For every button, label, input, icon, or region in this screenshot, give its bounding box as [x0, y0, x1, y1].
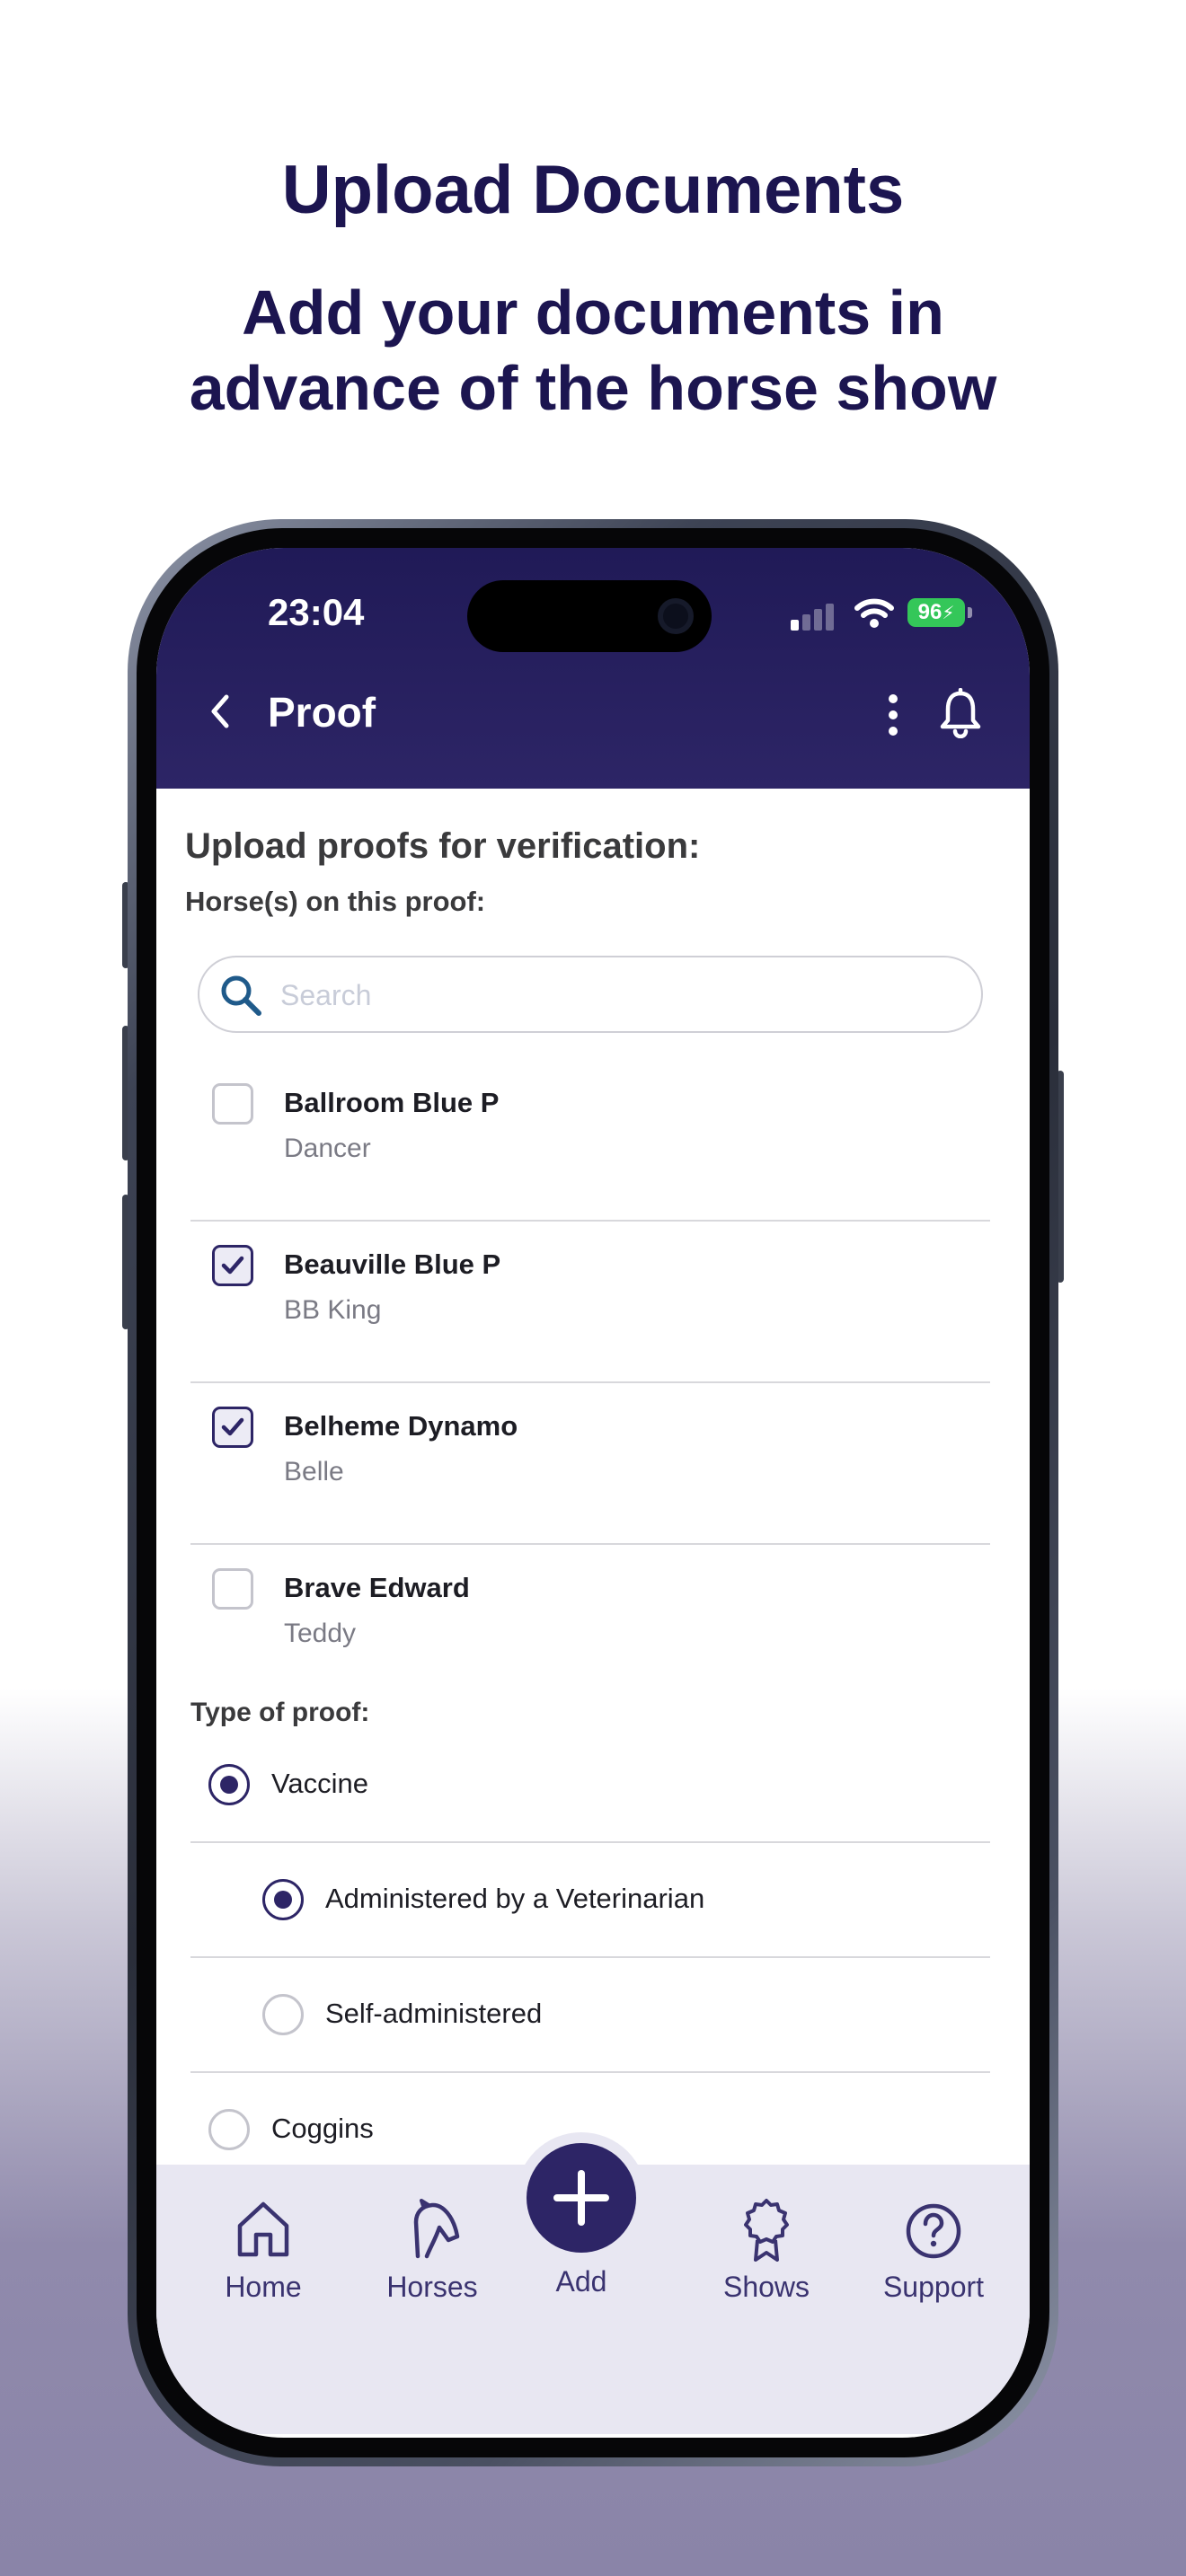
back-icon[interactable]: [203, 690, 239, 733]
tab-horses-label: Horses: [386, 2271, 478, 2303]
proof-type-label: Type of proof:: [190, 1698, 370, 1727]
search-input[interactable]: [280, 968, 945, 1022]
more-vertical-icon[interactable]: [882, 692, 904, 738]
horse-name: Belheme Dynamo: [284, 1410, 518, 1442]
proof-type-label-text: Coggins: [271, 2113, 374, 2144]
battery-level: 96: [917, 600, 943, 624]
proof-subtype-option[interactable]: Administered by a Veterinarian: [190, 1843, 990, 1958]
proof-subtype-option[interactable]: Self-administered: [190, 1958, 990, 2073]
tab-support[interactable]: Support: [866, 2197, 1001, 2304]
add-button-label: Add: [555, 2265, 607, 2298]
horse-name: Ballroom Blue P: [284, 1087, 500, 1118]
search-icon: [221, 975, 261, 1016]
dynamic-island: [467, 580, 712, 652]
horse-name: Brave Edward: [284, 1572, 470, 1603]
horse-nickname: BB King: [284, 1295, 382, 1325]
form-heading: Upload proofs for verification:: [185, 826, 701, 866]
bottom-tab-bar: Home Horses Add Shows Support: [156, 2132, 1030, 2434]
phone-screen: 23:04 96 ⚡ Proof Upload proofs for verif…: [156, 548, 1030, 2438]
checkmark-icon: [221, 1256, 244, 1275]
proof-type-radio[interactable]: [208, 2109, 250, 2150]
horse-search: [198, 956, 983, 1033]
tab-shows[interactable]: Shows: [699, 2197, 834, 2304]
horses-label: Horse(s) on this proof:: [185, 886, 486, 917]
battery-indicator: 96 ⚡: [907, 598, 965, 627]
proof-type-radio[interactable]: [208, 1764, 250, 1805]
promo-subtitle-line-1: Add your documents in: [242, 278, 944, 348]
horse-list-item[interactable]: Beauville Blue P BB King: [190, 1222, 990, 1383]
horse-head-icon: [413, 2199, 460, 2259]
proof-type-label-text: Vaccine: [271, 1768, 368, 1799]
horse-nickname: Dancer: [284, 1134, 371, 1163]
proof-type-option[interactable]: Vaccine: [190, 1728, 990, 1843]
cellular-signal-icon: [791, 604, 834, 631]
phone-frame: 23:04 96 ⚡ Proof Upload proofs for verif…: [128, 519, 1058, 2466]
horse-list-item[interactable]: Belheme Dynamo Belle: [190, 1383, 990, 1545]
home-icon: [237, 2201, 289, 2257]
bell-icon[interactable]: [938, 688, 983, 738]
horse-list-item[interactable]: Brave Edward Teddy: [190, 1545, 990, 1707]
tab-support-label: Support: [882, 2271, 985, 2303]
horse-nickname: Belle: [284, 1457, 344, 1486]
tab-home-label: Home: [225, 2271, 302, 2303]
page-title: Proof: [268, 689, 376, 736]
tab-home[interactable]: Home: [196, 2197, 331, 2304]
proof-subtype-label-text: Self-administered: [325, 1998, 543, 2029]
phone-bezel: 23:04 96 ⚡ Proof Upload proofs for verif…: [137, 528, 1049, 2457]
help-circle-icon: [906, 2203, 961, 2259]
promo-title: Upload Documents: [281, 152, 905, 228]
plus-icon: [553, 2170, 609, 2226]
camera-icon: [658, 598, 694, 634]
horse-checkbox[interactable]: [212, 1083, 253, 1125]
charging-bolt-icon: ⚡: [942, 603, 955, 623]
horse-name: Beauville Blue P: [284, 1248, 501, 1280]
add-button[interactable]: [527, 2143, 636, 2253]
horse-checkbox[interactable]: [212, 1568, 253, 1610]
proof-subtype-label-text: Administered by a Veterinarian: [325, 1883, 705, 1914]
tab-shows-label: Shows: [722, 2271, 810, 2303]
app-header: 23:04 96 ⚡ Proof: [156, 548, 1030, 789]
battery-tip: [968, 607, 972, 618]
promo-subtitle-line-2: advance of the horse show: [189, 353, 997, 423]
status-time: 23:04: [268, 591, 365, 633]
wifi-icon: [854, 598, 894, 628]
horse-list-item[interactable]: Ballroom Blue P Dancer: [190, 1060, 990, 1222]
horse-checkbox[interactable]: [212, 1407, 253, 1448]
promo-subtitle: Add your documents in advance of the hor…: [0, 275, 1186, 426]
horse-nickname: Teddy: [284, 1619, 357, 1648]
horse-checkbox[interactable]: [212, 1245, 253, 1286]
proof-subtype-radio[interactable]: [262, 1994, 304, 2035]
proof-subtype-radio[interactable]: [262, 1879, 304, 1920]
tab-horses[interactable]: Horses: [365, 2197, 500, 2304]
award-ribbon-icon: [744, 2199, 789, 2262]
checkmark-icon: [221, 1417, 244, 1436]
